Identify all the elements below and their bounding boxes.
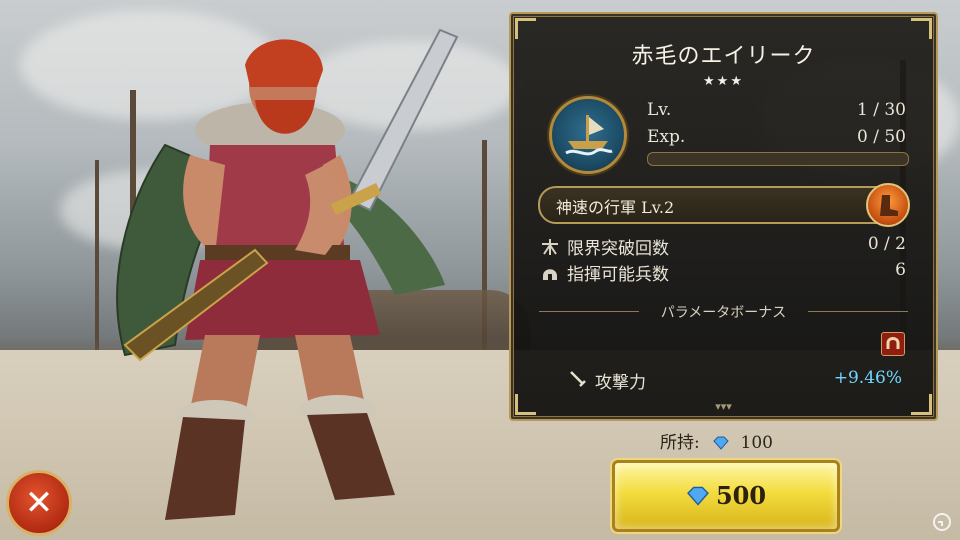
skill-label: 神速の行軍 Lv.2 [556, 198, 675, 217]
level-label: Lv. [647, 100, 672, 120]
gem-icon [713, 436, 729, 450]
panel-corner-ornament [515, 18, 536, 39]
boot-icon [880, 195, 898, 216]
buy-price: 500 [715, 481, 767, 510]
limit-break-value: 0 / 2 [867, 234, 906, 254]
boot-icon [866, 183, 910, 227]
attack-bonus-value: +9.46% [833, 368, 902, 388]
attack-label: 攻撃力 [595, 373, 646, 393]
skill-button[interactable]: 神速の行軍 Lv.2 [538, 183, 910, 227]
troop-capacity-value: 6 [895, 260, 906, 280]
helmet-icon [543, 269, 557, 280]
ship-emblem-icon [565, 115, 613, 156]
level-value: 1 / 30 [857, 100, 906, 120]
site-watermark-icon [933, 513, 951, 531]
limit-break-label: 限界突破回数 [567, 239, 669, 259]
sword-icon [570, 371, 586, 387]
section-divider [808, 311, 908, 312]
exp-value: 0 / 50 [857, 127, 906, 147]
exp-label: Exp. [647, 127, 686, 147]
scroll-down-icon[interactable]: ▾▾▾ [511, 400, 936, 413]
buy-button[interactable]: 500 [612, 460, 840, 532]
parameter-bonus-title: パラメータボーナス [660, 305, 787, 321]
close-button[interactable]: ✕ [6, 470, 72, 536]
exp-progress-bar [647, 152, 909, 166]
magnet-icon [886, 337, 900, 349]
owned-value: 100 [740, 433, 773, 453]
gem-icon [686, 486, 709, 506]
rarity-stars: ★★★ [703, 74, 744, 89]
troop-capacity-label: 指揮可能兵数 [567, 265, 669, 285]
hero-name: 赤毛のエイリーク [631, 44, 816, 69]
hero-info-panel: 赤毛のエイリーク ★★★ Lv. 1 / 30 Exp. 0 / 50 神速の行… [509, 12, 938, 421]
owned-gems: 所持: 100 [660, 428, 773, 453]
ship-emblem-icon [549, 96, 627, 174]
warrior-portrait [116, 28, 459, 520]
buy-button-content: 500 [615, 481, 837, 510]
limit-break-icon [542, 239, 558, 255]
owned-label: 所持: [660, 433, 700, 453]
close-icon: ✕ [24, 483, 54, 523]
magnet-icon[interactable] [881, 332, 905, 356]
panel-corner-ornament [911, 18, 932, 39]
